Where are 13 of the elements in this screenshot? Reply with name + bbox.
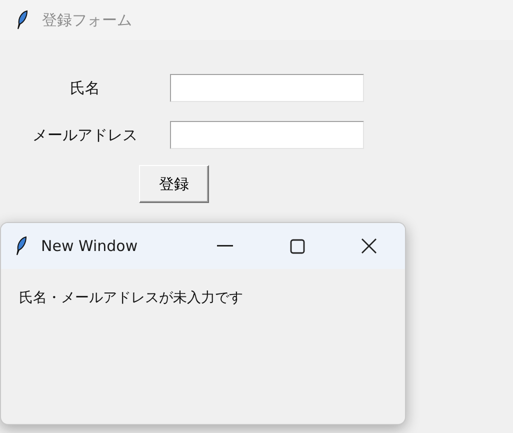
dialog-title: New Window (41, 237, 139, 255)
feather-icon (16, 10, 28, 30)
register-button[interactable]: 登録 (139, 165, 209, 203)
minimize-icon (217, 245, 233, 247)
field-label: メールアドレス (32, 126, 138, 144)
message-text: 氏名・メールアドレスが未入力です (19, 289, 244, 307)
close-icon (361, 238, 377, 254)
input-field[interactable] (170, 74, 364, 102)
feather-icon (15, 236, 27, 256)
field-label: 氏名 (69, 78, 101, 98)
input-field[interactable] (170, 121, 364, 149)
maximize-icon (290, 238, 304, 254)
window-title: 登録フォーム (42, 10, 132, 30)
